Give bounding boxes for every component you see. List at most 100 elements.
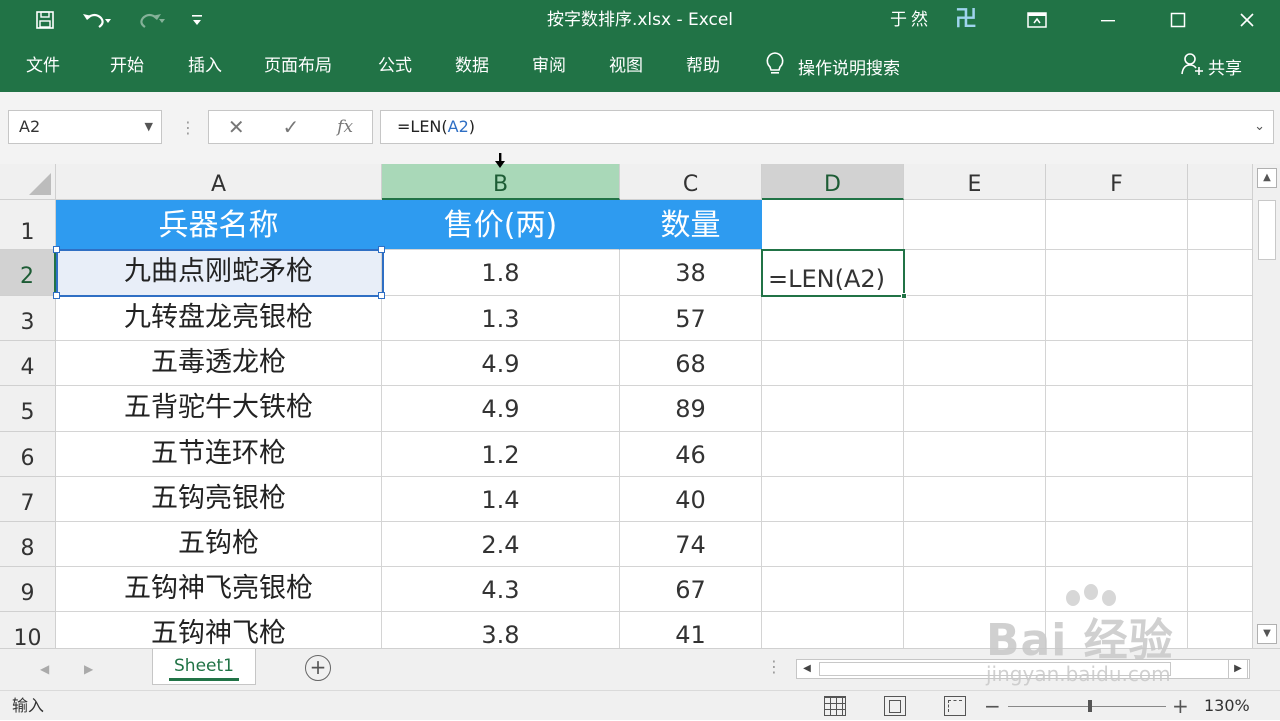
tab-home[interactable]: 开始 bbox=[110, 40, 144, 92]
cell-e6[interactable] bbox=[904, 432, 1046, 477]
sheet-prev-icon[interactable]: ◀ bbox=[40, 649, 49, 689]
cell-g9[interactable] bbox=[1188, 567, 1252, 612]
scroll-left-icon[interactable]: ◀ bbox=[797, 660, 817, 678]
drag-handle-icon[interactable]: ⋮ bbox=[180, 118, 196, 137]
cell-f4[interactable] bbox=[1046, 341, 1188, 386]
scroll-right-icon[interactable]: ▶ bbox=[1228, 659, 1248, 679]
row-header-1[interactable]: 1 bbox=[0, 200, 56, 250]
reference-handle-tr[interactable] bbox=[378, 246, 385, 253]
share-button[interactable]: 共享 bbox=[1180, 40, 1242, 92]
cell-f3[interactable] bbox=[1046, 296, 1188, 341]
cell-a1[interactable]: 兵器名称 bbox=[56, 200, 382, 250]
zoom-slider[interactable] bbox=[1008, 706, 1166, 707]
reference-handle-tl[interactable] bbox=[53, 246, 60, 253]
maximize-icon[interactable] bbox=[1155, 0, 1201, 40]
cell-f8[interactable] bbox=[1046, 522, 1188, 567]
cell-c5[interactable]: 89 bbox=[620, 386, 762, 432]
cell-a7[interactable]: 五钩亮银枪 bbox=[56, 477, 382, 522]
page-break-preview-icon[interactable] bbox=[944, 696, 966, 716]
cell-b4[interactable]: 4.9 bbox=[382, 341, 620, 386]
select-all-button[interactable] bbox=[0, 164, 56, 200]
normal-view-icon[interactable] bbox=[824, 696, 846, 716]
cell-b8[interactable]: 2.4 bbox=[382, 522, 620, 567]
cell-d7[interactable] bbox=[762, 477, 904, 522]
cell-e10[interactable] bbox=[904, 612, 1046, 648]
cell-e3[interactable] bbox=[904, 296, 1046, 341]
row-header-2[interactable]: 2 bbox=[0, 250, 56, 296]
cell-c9[interactable]: 67 bbox=[620, 567, 762, 612]
cell-d6[interactable] bbox=[762, 432, 904, 477]
column-header-e[interactable]: E bbox=[904, 164, 1046, 200]
cell-a3[interactable]: 九转盘龙亮银枪 bbox=[56, 296, 382, 341]
vertical-scrollbar[interactable]: ▲ ▼ bbox=[1252, 164, 1280, 648]
formula-input[interactable]: =LEN(A2) ⌄ bbox=[380, 110, 1274, 144]
cell-a4[interactable]: 五毒透龙枪 bbox=[56, 341, 382, 386]
row-header-4[interactable]: 4 bbox=[0, 341, 56, 386]
user-name[interactable]: 于然 bbox=[890, 0, 932, 40]
tell-me-box[interactable]: 操作说明搜索 bbox=[764, 40, 900, 92]
reference-handle-br[interactable] bbox=[378, 292, 385, 299]
tab-help[interactable]: 帮助 bbox=[686, 40, 720, 92]
tab-page-layout[interactable]: 页面布局 bbox=[264, 40, 332, 92]
cell-f1[interactable] bbox=[1046, 200, 1188, 250]
name-box[interactable]: A2 ▼ bbox=[8, 110, 162, 144]
cell-d10[interactable] bbox=[762, 612, 904, 648]
cell-b3[interactable]: 1.3 bbox=[382, 296, 620, 341]
cell-e2[interactable] bbox=[904, 250, 1046, 296]
cell-b10[interactable]: 3.8 bbox=[382, 612, 620, 648]
cell-g6[interactable] bbox=[1188, 432, 1252, 477]
cell-b6[interactable]: 1.2 bbox=[382, 432, 620, 477]
tab-insert[interactable]: 插入 bbox=[188, 40, 222, 92]
cell-a10[interactable]: 五钩神飞枪 bbox=[56, 612, 382, 648]
zoom-out-icon[interactable]: − bbox=[984, 691, 1001, 721]
zoom-slider-thumb[interactable] bbox=[1088, 700, 1092, 712]
cell-c2[interactable]: 38 bbox=[620, 250, 762, 296]
cell-e1[interactable] bbox=[904, 200, 1046, 250]
tab-review[interactable]: 审阅 bbox=[532, 40, 566, 92]
column-header-g[interactable] bbox=[1188, 164, 1252, 200]
cell-a9[interactable]: 五钩神飞亮银枪 bbox=[56, 567, 382, 612]
cell-g5[interactable] bbox=[1188, 386, 1252, 432]
cell-e4[interactable] bbox=[904, 341, 1046, 386]
cell-f10[interactable] bbox=[1046, 612, 1188, 648]
worksheet-grid[interactable]: A B C D E F 1 2 3 4 5 6 7 8 9 10 兵器名称 售价… bbox=[0, 164, 1252, 648]
cell-d5[interactable] bbox=[762, 386, 904, 432]
cell-a5[interactable]: 五背驼牛大铁枪 bbox=[56, 386, 382, 432]
cell-g2[interactable] bbox=[1188, 250, 1252, 296]
cell-c3[interactable]: 57 bbox=[620, 296, 762, 341]
row-header-10[interactable]: 10 bbox=[0, 612, 56, 648]
cell-a8[interactable]: 五钩枪 bbox=[56, 522, 382, 567]
scroll-down-icon[interactable]: ▼ bbox=[1257, 624, 1277, 644]
user-avatar-icon[interactable]: 卍 bbox=[950, 6, 982, 34]
sheet-next-icon[interactable]: ▶ bbox=[84, 649, 93, 689]
cell-c1[interactable]: 数量 bbox=[620, 200, 762, 250]
zoom-level[interactable]: 130% bbox=[1204, 691, 1250, 721]
horizontal-scroll-thumb[interactable] bbox=[819, 662, 1171, 676]
horizontal-scrollbar[interactable]: ◀ bbox=[796, 659, 1250, 679]
cell-c7[interactable]: 40 bbox=[620, 477, 762, 522]
cell-g7[interactable] bbox=[1188, 477, 1252, 522]
cell-d9[interactable] bbox=[762, 567, 904, 612]
row-header-6[interactable]: 6 bbox=[0, 432, 56, 477]
zoom-in-icon[interactable]: + bbox=[1172, 691, 1189, 721]
cancel-icon[interactable]: ✕ bbox=[228, 115, 245, 139]
cell-f6[interactable] bbox=[1046, 432, 1188, 477]
row-header-3[interactable]: 3 bbox=[0, 296, 56, 341]
enter-check-icon[interactable]: ✓ bbox=[283, 115, 300, 139]
cell-e7[interactable] bbox=[904, 477, 1046, 522]
vertical-scroll-thumb[interactable] bbox=[1258, 200, 1276, 260]
cell-b5[interactable]: 4.9 bbox=[382, 386, 620, 432]
cell-g3[interactable] bbox=[1188, 296, 1252, 341]
row-header-5[interactable]: 5 bbox=[0, 386, 56, 432]
cell-g1[interactable] bbox=[1188, 200, 1252, 250]
cell-b9[interactable]: 4.3 bbox=[382, 567, 620, 612]
column-header-a[interactable]: A bbox=[56, 164, 382, 200]
tab-view[interactable]: 视图 bbox=[609, 40, 643, 92]
chevron-down-icon[interactable]: ▼ bbox=[145, 111, 153, 143]
cell-d3[interactable] bbox=[762, 296, 904, 341]
cell-d8[interactable] bbox=[762, 522, 904, 567]
minimize-icon[interactable] bbox=[1085, 0, 1131, 40]
new-sheet-plus-icon[interactable]: + bbox=[305, 655, 331, 681]
reference-handle-bl[interactable] bbox=[53, 292, 60, 299]
cell-a6[interactable]: 五节连环枪 bbox=[56, 432, 382, 477]
